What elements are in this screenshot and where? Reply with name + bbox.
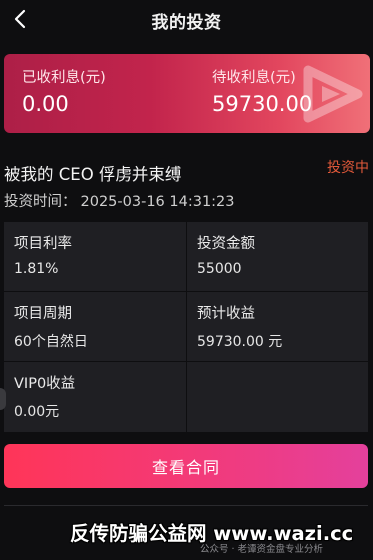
detail-value: 1.81% — [14, 261, 59, 277]
detail-rate: 项目利率 1.81% — [4, 222, 186, 290]
interest-summary-card: 已收利息(元) 0.00 待收利息(元) 59730.00 — [4, 54, 370, 133]
investment-details-grid: 项目利率 1.81% 投资金额 55000 项目周期 60个自然日 预计收益 5… — [4, 222, 368, 432]
investment-time-value: 2025-03-16 14:31:23 — [80, 194, 235, 210]
project-name: 被我的 CEO 俘虏并束缚 — [4, 165, 182, 184]
grid-divider — [186, 222, 187, 432]
investment-time: 投资时间： 2025-03-16 14:31:23 — [4, 190, 235, 211]
view-contract-button[interactable]: 查看合同 — [4, 444, 368, 488]
divider — [4, 505, 368, 506]
detail-value: 60个自然日 — [14, 334, 88, 350]
detail-vip-return: VIP0收益 0.00元 — [4, 362, 186, 432]
investment-time-label: 投资时间： — [4, 194, 77, 210]
detail-amount: 投资金额 55000 — [187, 222, 369, 290]
detail-label: 投资金额 — [197, 236, 255, 252]
detail-label: 项目周期 — [14, 306, 72, 322]
detail-value: 55000 — [197, 261, 242, 277]
detail-expected-return: 预计收益 59730.00 元 — [187, 292, 369, 360]
grid-divider — [4, 291, 368, 292]
page-title: 我的投资 — [151, 12, 222, 33]
detail-label: VIP0收益 — [14, 376, 76, 392]
chevron-left-icon[interactable] — [8, 6, 32, 32]
detail-label: 项目利率 — [14, 236, 72, 252]
earned-interest-label: 已收利息(元) — [22, 70, 106, 86]
detail-period: 项目周期 60个自然日 — [4, 292, 186, 360]
floating-side-handle[interactable] — [0, 388, 6, 410]
status-badge: 投资中 — [327, 160, 369, 176]
earned-interest: 已收利息(元) 0.00 — [22, 66, 106, 116]
detail-value: 0.00元 — [14, 404, 60, 420]
detail-label: 预计收益 — [197, 306, 255, 322]
detail-value: 59730.00 元 — [197, 334, 283, 350]
watermark-text: 反传防骗公益网 www.wazi.cc — [70, 522, 354, 545]
grid-divider — [4, 361, 368, 362]
pending-interest-value: 59730.00 — [212, 92, 313, 116]
pending-interest-label: 待收利息(元) — [212, 70, 296, 86]
top-bar: 我的投资 — [0, 0, 373, 40]
earned-interest-value: 0.00 — [22, 92, 69, 116]
pending-interest: 待收利息(元) 59730.00 — [212, 66, 312, 116]
